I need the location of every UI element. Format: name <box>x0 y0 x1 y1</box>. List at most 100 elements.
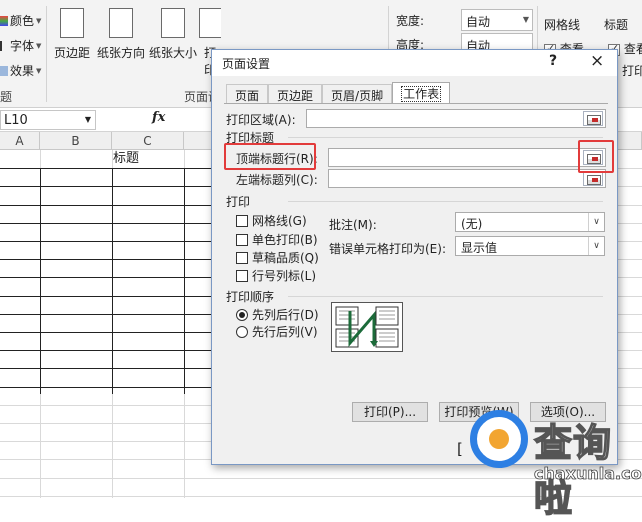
orientation-label: 纸张方向 <box>96 46 145 60</box>
draft-quality-checkbox-label: 草稿品质(Q) <box>252 251 319 265</box>
theme-fonts-button[interactable]: 字体 ▼ <box>0 37 41 54</box>
print-area-icon <box>199 8 221 38</box>
print-button[interactable]: 打印(P)... <box>352 402 428 422</box>
watermark-url: chaxunla.com <box>534 464 642 484</box>
margins-button[interactable]: 页边距 <box>50 8 94 61</box>
orientation-icon <box>109 8 133 38</box>
theme-fonts-label: 字体 <box>10 39 35 53</box>
tab-header-footer[interactable]: 页眉/页脚 <box>322 84 393 104</box>
row-col-headings-checkbox-label: 行号列标(L) <box>252 269 317 283</box>
black-white-checkbox-label: 单色打印(B) <box>252 233 318 247</box>
table-border-column <box>184 168 185 394</box>
size-button[interactable]: 纸张大小 <box>148 8 198 61</box>
paper-size-icon <box>161 8 185 38</box>
sheet-title-cell[interactable]: 标题 <box>40 150 212 168</box>
tab-divider <box>224 103 608 104</box>
checkbox-icon <box>236 233 248 246</box>
table-border-row <box>0 295 212 297</box>
tab-sheet[interactable]: 工作表 <box>392 82 451 104</box>
tab-page[interactable]: 页面 <box>226 84 269 104</box>
tab-margins[interactable]: 页边距 <box>268 84 323 104</box>
rows-to-repeat-field[interactable] <box>328 148 606 167</box>
row-col-headings-checkbox[interactable]: 行号列标(L) <box>236 267 316 284</box>
table-border-row <box>0 386 212 388</box>
table-border-row <box>0 313 212 315</box>
chevron-down-icon: ∨ <box>588 237 604 255</box>
table-border-row <box>0 368 212 370</box>
headings-group-label: 标题 <box>604 18 629 32</box>
fx-icon[interactable]: fx <box>152 110 165 125</box>
width-label: 宽度: <box>396 14 425 28</box>
page-setup-dialog: 页面设置 ? × 页面 页边距 页眉/页脚 工作表 打印区域(A): 打印标题 … <box>211 49 618 465</box>
table-border-column <box>40 168 41 394</box>
chevron-down-icon: ▼ <box>522 15 529 24</box>
margins-label: 页边距 <box>53 46 90 60</box>
comments-value: (无) <box>461 217 483 231</box>
table-border-row <box>0 186 212 188</box>
headings-view-label: 查看 <box>623 42 642 56</box>
dialog-titlebar[interactable]: 页面设置 ? × <box>212 50 617 76</box>
theme-colors-button[interactable]: 颜色 ▼ <box>0 12 41 29</box>
table-border-row <box>0 168 212 170</box>
chevron-down-icon: ▼ <box>36 66 42 75</box>
draft-quality-checkbox[interactable]: 草稿品质(Q) <box>236 249 319 266</box>
ribbon-separator <box>46 6 47 102</box>
dialog-title: 页面设置 <box>222 57 271 71</box>
size-label: 纸张大小 <box>148 46 197 60</box>
print-section: 打印 <box>226 193 606 210</box>
radio-icon <box>236 325 248 338</box>
help-icon[interactable]: ? <box>549 53 557 69</box>
chevron-down-icon: ∨ <box>588 213 604 231</box>
chevron-down-icon: ▼ <box>36 16 42 25</box>
down-then-over-label: 先列后行(D) <box>252 308 319 322</box>
cols-to-repeat-field[interactable] <box>328 169 606 188</box>
checkbox-icon <box>236 251 248 264</box>
collapse-dialog-icon[interactable] <box>583 111 603 126</box>
down-then-over-radio[interactable]: 先列后行(D) <box>236 306 319 323</box>
name-box[interactable]: L10 ▼ <box>0 110 96 130</box>
table-border-column <box>112 168 113 394</box>
gridlines-checkbox[interactable]: 网格线(G) <box>236 212 307 229</box>
highlight-collapse-button <box>578 140 614 173</box>
chevron-down-icon: ▼ <box>84 115 91 124</box>
cols-to-repeat-label: 左端标题列(C): <box>236 173 318 187</box>
colors-icon <box>0 15 8 26</box>
theme-group-label: 题 <box>0 90 13 104</box>
cell-errors-value: 显示值 <box>461 241 498 255</box>
theme-effects-button[interactable]: 效果 ▼ <box>0 62 41 79</box>
cell-errors-select[interactable]: 显示值 ∨ <box>455 236 605 256</box>
table-border-row <box>0 350 212 352</box>
column-header-c[interactable]: C <box>112 132 184 150</box>
gridlines-checkbox-label: 网格线(G) <box>252 214 307 228</box>
checkbox-icon <box>236 269 248 282</box>
theme-colors-label: 颜色 <box>10 14 35 28</box>
close-icon[interactable]: × <box>590 51 604 71</box>
table-border-row <box>0 332 212 333</box>
radio-icon <box>236 308 248 321</box>
highlight-rows-to-repeat-label <box>224 143 316 170</box>
table-border-row <box>0 222 212 224</box>
width-dropdown[interactable]: 自动 ▼ <box>461 9 533 31</box>
width-value: 自动 <box>466 15 491 29</box>
page-order-section: 打印顺序 <box>226 288 606 305</box>
column-header-b[interactable]: B <box>40 132 112 150</box>
watermark-logo: 查询啦 chaxunla.com <box>462 404 642 521</box>
headings-print-stub: 打印 <box>622 64 642 78</box>
gridlines-group-label: 网格线 <box>544 18 581 32</box>
orientation-button[interactable]: 纸张方向 <box>96 8 146 61</box>
print-area-label: 打印区域(A): <box>226 113 296 127</box>
over-then-down-radio[interactable]: 先行后列(V) <box>236 323 318 340</box>
effects-icon <box>0 65 8 76</box>
black-white-checkbox[interactable]: 单色打印(B) <box>236 231 318 248</box>
page-order-diagram <box>335 306 399 348</box>
column-header-a[interactable]: A <box>0 132 40 150</box>
fonts-icon <box>0 40 8 51</box>
print-area-field[interactable] <box>306 109 606 128</box>
table-border-row <box>0 259 212 261</box>
tab-sheet-label: 工作表 <box>401 86 442 102</box>
checkbox-icon <box>236 214 248 227</box>
table-border-row <box>0 277 212 279</box>
comments-select[interactable]: (无) ∨ <box>455 212 605 232</box>
chevron-down-icon: ▼ <box>36 41 42 50</box>
collapse-dialog-icon[interactable] <box>583 171 603 186</box>
